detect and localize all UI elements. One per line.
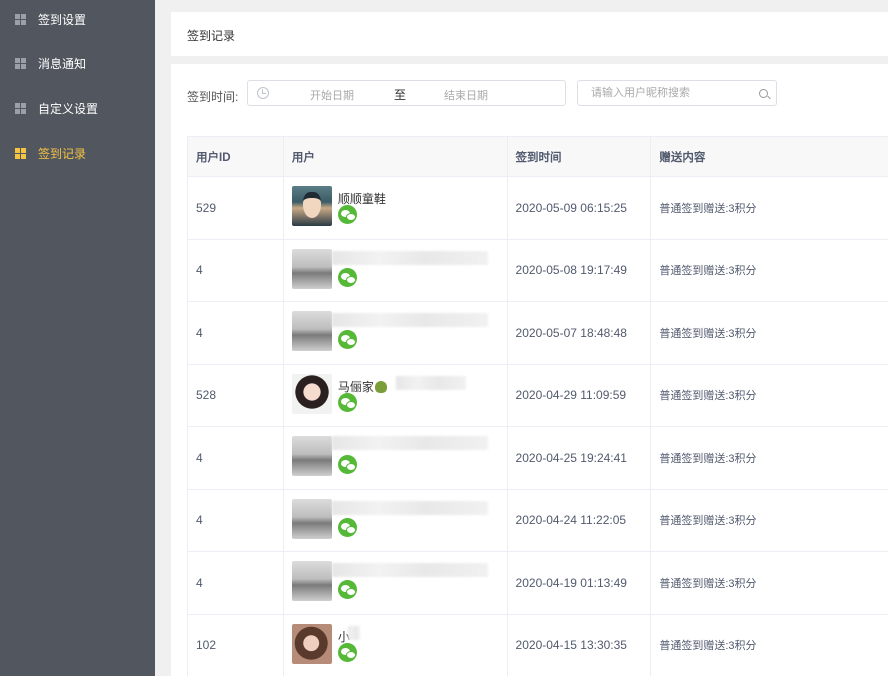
checkin-time-cell: 2020-05-07 18:48:48 [508, 302, 652, 364]
blurred-nickname [347, 625, 360, 640]
table-row: 4 2020-04-25 19:24:41 普通签到赠送:3积分 [188, 427, 888, 490]
column-header-user: 用户 [284, 137, 508, 176]
sidebar-item-label: 消息通知 [38, 56, 87, 71]
user-cell [284, 427, 508, 489]
clock-icon [257, 87, 269, 99]
avatar [291, 373, 332, 414]
sidebar-item-checkin-settings[interactable]: 签到设置 [0, 0, 155, 41]
blurred-nickname [331, 500, 488, 515]
search-box [577, 80, 777, 106]
table-row: 529 顺顺童鞋 2020-05-09 06:15:25 普通签到赠送:3积分 [188, 177, 888, 240]
user-id-cell: 102 [188, 614, 284, 676]
reward-cell: 普通签到赠送:3积分 [659, 202, 757, 215]
user-cell [284, 489, 508, 551]
reward-cell: 普通签到赠送:3积分 [659, 327, 757, 340]
sidebar-item-label: 签到设置 [38, 12, 87, 27]
emoji-icon [374, 380, 387, 393]
wechat-icon [337, 330, 357, 349]
grid-icon [15, 147, 26, 159]
table-row: 4 2020-05-08 19:17:49 普通签到赠送:3积分 [188, 239, 888, 302]
wechat-icon [337, 642, 357, 662]
reward-cell: 普通签到赠送:3积分 [659, 515, 757, 528]
column-header-reward: 赠送内容 [659, 151, 706, 164]
checkin-time-cell: 2020-04-24 11:22:05 [508, 489, 652, 551]
blurred-nickname [331, 250, 488, 265]
checkin-time-cell: 2020-04-19 01:13:49 [508, 552, 652, 614]
sidebar-item-label: 自定义设置 [38, 101, 99, 116]
user-id-cell: 4 [188, 239, 284, 301]
avatar [291, 623, 332, 664]
reward-cell: 普通签到赠送:3积分 [659, 265, 757, 278]
blurred-nickname [395, 375, 466, 390]
column-header-user-id: 用户ID [188, 137, 284, 176]
checkin-time-cell: 2020-05-09 06:15:25 [508, 177, 652, 239]
checkin-records-table: 用户ID 用户 签到时间 赠送内容 529 顺顺童鞋 2020-05-09 06… [187, 136, 888, 676]
user-cell: 小 [284, 614, 508, 676]
sidebar-item-custom-settings[interactable]: 自定义设置 [0, 86, 155, 130]
search-icon[interactable] [759, 89, 768, 98]
avatar [291, 561, 332, 601]
user-id-cell: 4 [188, 489, 284, 551]
user-nickname-text: 马俪家 [337, 379, 374, 394]
wechat-icon [337, 267, 357, 287]
user-id-cell: 4 [188, 552, 284, 614]
wechat-icon [337, 205, 357, 224]
blurred-nickname [331, 563, 488, 577]
sidebar: 签到设置 消息通知 自定义设置 签到记录 [0, 0, 155, 676]
wechat-icon [337, 517, 357, 537]
table-header-row: 用户ID 用户 签到时间 赠送内容 [188, 137, 888, 177]
grid-icon [15, 13, 26, 25]
table-row: 528 马俪家 2020-04-29 11:09:59 普通签到赠送:3积分 [188, 364, 888, 427]
reward-cell: 普通签到赠送:3积分 [659, 640, 757, 653]
sidebar-item-notifications[interactable]: 消息通知 [0, 41, 155, 85]
checkin-time-cell: 2020-05-08 19:17:49 [508, 239, 652, 301]
user-cell [284, 302, 508, 364]
wechat-icon [337, 580, 357, 599]
table-row: 102 小 2020-04-15 13:30:35 普通签到赠送:3积分 [188, 614, 888, 676]
avatar [291, 248, 332, 289]
range-separator: 至 [394, 88, 407, 102]
wechat-icon [337, 392, 357, 412]
reward-cell: 普通签到赠送:3积分 [659, 452, 757, 465]
user-cell [284, 552, 508, 614]
grid-icon [15, 102, 26, 114]
start-date-input[interactable]: 开始日期 [310, 87, 354, 103]
wechat-icon [337, 455, 357, 474]
avatar [291, 311, 332, 351]
avatar [291, 436, 332, 476]
nickname-search-input[interactable] [579, 82, 747, 104]
blurred-nickname [331, 313, 488, 327]
avatar [291, 186, 332, 226]
table-row: 4 2020-04-19 01:13:49 普通签到赠送:3积分 [188, 552, 888, 615]
user-id-cell: 4 [188, 302, 284, 364]
table-row: 4 2020-05-07 18:48:48 普通签到赠送:3积分 [188, 302, 888, 365]
date-range-picker[interactable]: 开始日期 至 结束日期 [247, 80, 566, 106]
page-title: 签到记录 [187, 29, 236, 43]
checkin-time-cell: 2020-04-15 13:30:35 [508, 614, 652, 676]
end-date-input[interactable]: 结束日期 [444, 87, 488, 103]
user-cell: 顺顺童鞋 [284, 177, 508, 239]
checkin-time-label: 签到时间: [187, 90, 239, 104]
user-id-cell: 528 [188, 364, 284, 426]
user-nickname: 马俪家 [338, 378, 388, 395]
sidebar-item-checkin-records[interactable]: 签到记录 [0, 131, 155, 175]
sidebar-item-label: 签到记录 [38, 146, 87, 161]
checkin-time-cell: 2020-04-25 19:24:41 [508, 427, 652, 489]
reward-cell: 普通签到赠送:3积分 [659, 390, 757, 403]
user-cell [284, 239, 508, 301]
user-id-cell: 529 [188, 177, 284, 239]
blurred-nickname [331, 436, 488, 450]
checkin-time-cell: 2020-04-29 11:09:59 [508, 364, 652, 426]
user-id-cell: 4 [188, 427, 284, 489]
main-panel: 签到时间: 开始日期 至 结束日期 用户ID 用户 签到时间 赠送内容 529 … [171, 64, 888, 676]
page-header: 签到记录 [171, 12, 888, 56]
reward-cell: 普通签到赠送:3积分 [659, 577, 757, 590]
user-cell: 马俪家 [284, 364, 508, 426]
column-header-checkin-time: 签到时间 [508, 137, 652, 176]
grid-icon [15, 57, 26, 69]
avatar [291, 498, 332, 539]
table-row: 4 2020-04-24 11:22:05 普通签到赠送:3积分 [188, 489, 888, 552]
